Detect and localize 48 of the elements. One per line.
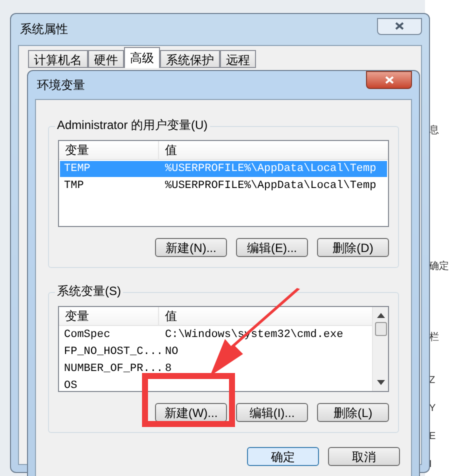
close-icon [384, 76, 394, 84]
tab[interactable]: 硬件 [88, 50, 124, 68]
variable-name: TEMP [63, 162, 92, 177]
dialog-button[interactable]: 取消 [328, 447, 400, 466]
window-title: 系统属性 [19, 21, 68, 38]
window-title: 环境变量 [36, 77, 85, 94]
variable-row[interactable]: NUMBER_OF_PR... 8 [60, 361, 371, 377]
tab[interactable]: 计算机名 [28, 50, 88, 68]
variable-value: 8 [164, 362, 172, 377]
variable-row[interactable]: FP_NO_HOST_C... NO [60, 344, 371, 360]
up-arrow-icon[interactable] [376, 313, 384, 318]
variable-name: NUMBER_OF_PR... [63, 362, 159, 377]
column-header[interactable]: 值 [159, 141, 388, 159]
close-icon [395, 22, 404, 30]
variable-name: OS [63, 379, 78, 391]
variable-row[interactable]: TMP %USERPROFILE%\AppData\Local\Temp [60, 178, 387, 194]
variable-value: %USERPROFILE%\AppData\Local\Temp [164, 179, 376, 194]
dialog-button[interactable]: 编辑(I)... [236, 403, 308, 422]
group-label: 系统变量(S) [55, 285, 123, 297]
tab[interactable]: 远程 [220, 50, 256, 68]
background-text: 确定 [429, 262, 449, 272]
variable-name: TMP [63, 179, 85, 194]
variable-value: NO [164, 345, 178, 360]
dialog-button[interactable]: 新建(N)... [155, 238, 227, 257]
variable-value: %USERPROFILE%\AppData\Local\Temp [164, 162, 376, 177]
dialog-button[interactable]: 确定 [247, 447, 319, 466]
variable-row[interactable]: OS [60, 378, 371, 391]
dialog-button[interactable]: 新建(W)... [155, 403, 227, 422]
close-button[interactable] [377, 18, 422, 34]
background-text: I [429, 460, 432, 470]
column-header[interactable]: 变量 [59, 141, 159, 159]
dialog-button[interactable]: 编辑(E)... [236, 238, 308, 257]
variable-name: FP_NO_HOST_C... [63, 345, 159, 360]
dialog-button[interactable]: 删除(L) [317, 403, 389, 422]
background-text: Y [429, 404, 436, 414]
column-header[interactable]: 变量 [59, 307, 159, 325]
close-button[interactable] [366, 71, 412, 89]
scrollbar-thumb[interactable] [374, 322, 386, 336]
column-header[interactable]: 值 [159, 307, 372, 325]
background-text: E [429, 432, 436, 442]
down-arrow-icon[interactable] [376, 380, 384, 385]
tab[interactable]: 系统保护 [160, 50, 220, 68]
variable-list[interactable]: 变量 值 TEMP %USERPROFILE%\AppData\Local\Temp TMP %USERPROFILE%\AppData\Local\Temp [58, 140, 389, 227]
variable-name: ComSpec [63, 328, 112, 343]
group-label: Administrator 的用户变量(U) [55, 119, 210, 131]
dialog-button[interactable]: 删除(D) [317, 238, 389, 257]
scrollbar[interactable] [372, 307, 388, 391]
tab[interactable]: 高级 [124, 47, 160, 68]
